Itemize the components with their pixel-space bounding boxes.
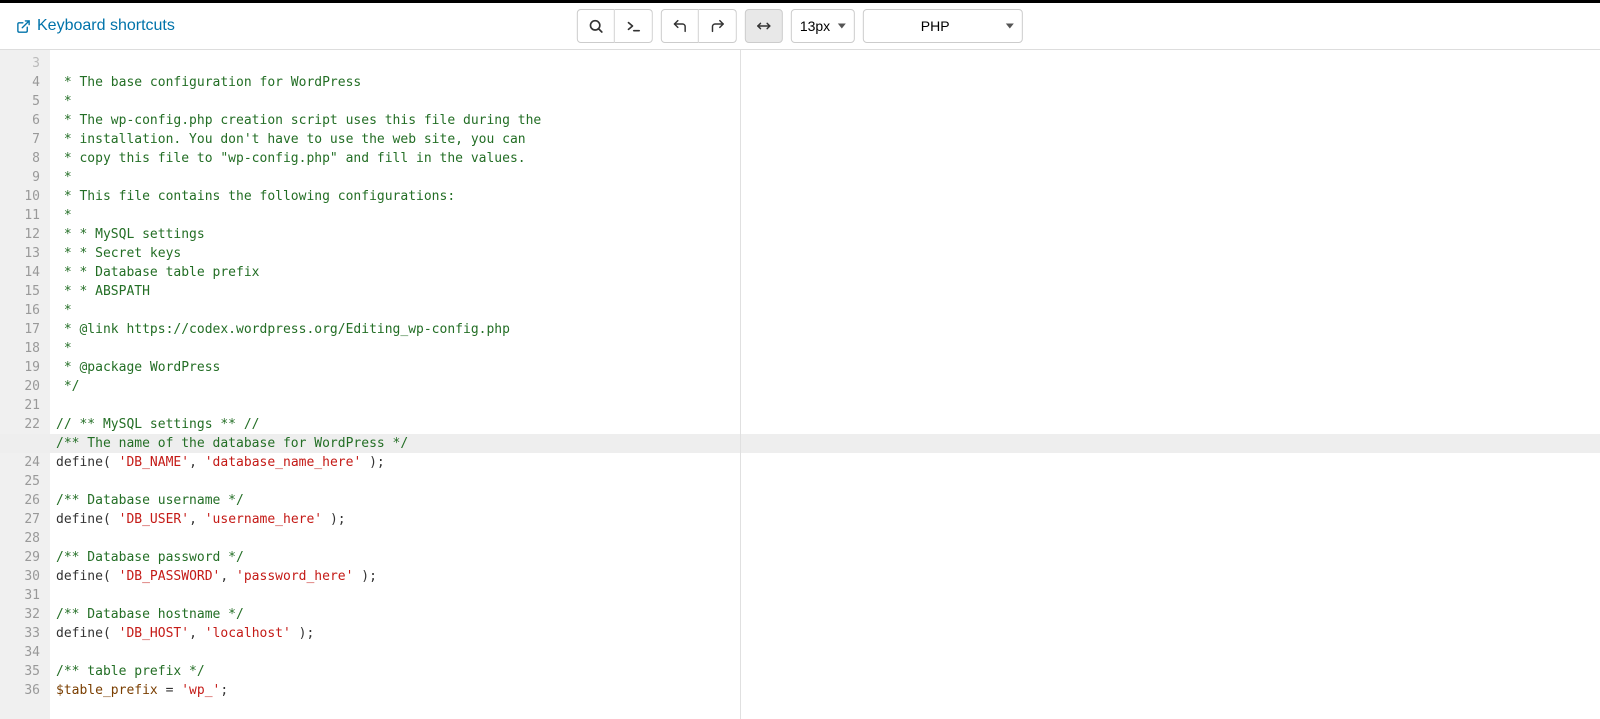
redo-button[interactable] xyxy=(699,9,737,43)
font-size-value: 13px xyxy=(800,18,830,34)
code-line[interactable]: /** The name of the database for WordPre… xyxy=(56,434,1600,453)
line-number: 24 xyxy=(0,453,40,472)
line-number: 18 xyxy=(0,339,40,358)
line-number: 3 xyxy=(0,54,40,73)
code-line[interactable]: define( 'DB_HOST', 'localhost' ); xyxy=(56,624,1600,643)
code-line[interactable]: /** table prefix */ xyxy=(56,662,1600,681)
line-number: 22 xyxy=(0,415,40,434)
line-number: 25 xyxy=(0,472,40,491)
code-line[interactable]: /** Database password */ xyxy=(56,548,1600,567)
keyboard-shortcuts-link[interactable]: Keyboard shortcuts xyxy=(16,17,175,35)
code-line[interactable]: * xyxy=(56,339,1600,358)
code-line[interactable]: define( 'DB_USER', 'username_here' ); xyxy=(56,510,1600,529)
code-line[interactable]: /** Database hostname */ xyxy=(56,605,1600,624)
code-line[interactable]: * * Secret keys xyxy=(56,244,1600,263)
code-line[interactable]: * xyxy=(56,206,1600,225)
line-number: 29 xyxy=(0,548,40,567)
line-number: 4 xyxy=(0,73,40,92)
code-line[interactable] xyxy=(56,529,1600,548)
toolbar: Keyboard shortcuts 13px PHP xyxy=(0,0,1600,50)
code-line[interactable]: */ xyxy=(56,377,1600,396)
redo-icon xyxy=(709,18,725,34)
code-line[interactable]: define( 'DB_PASSWORD', 'password_here' )… xyxy=(56,567,1600,586)
line-number: 17 xyxy=(0,320,40,339)
line-number: 13 xyxy=(0,244,40,263)
wrap-icon xyxy=(756,18,772,34)
line-number: 32 xyxy=(0,605,40,624)
external-link-icon xyxy=(16,19,31,34)
line-number: 16 xyxy=(0,301,40,320)
line-number: 6 xyxy=(0,111,40,130)
code-line[interactable]: * * MySQL settings xyxy=(56,225,1600,244)
code-line[interactable]: * * Database table prefix xyxy=(56,263,1600,282)
line-number: 15 xyxy=(0,282,40,301)
code-content[interactable]: * The base configuration for WordPress *… xyxy=(50,50,1600,719)
language-value: PHP xyxy=(921,18,950,34)
line-number: 7 xyxy=(0,130,40,149)
line-number: 20 xyxy=(0,377,40,396)
undo-button[interactable] xyxy=(661,9,699,43)
language-select[interactable]: PHP xyxy=(863,9,1023,43)
code-line[interactable]: * copy this file to "wp-config.php" and … xyxy=(56,149,1600,168)
code-line[interactable]: * xyxy=(56,301,1600,320)
toolbar-center: 13px PHP xyxy=(577,9,1023,43)
line-number: 10 xyxy=(0,187,40,206)
line-number: 35 xyxy=(0,662,40,681)
font-size-select[interactable]: 13px xyxy=(791,9,855,43)
search-icon xyxy=(588,18,604,34)
undo-icon xyxy=(672,18,688,34)
line-number: 9 xyxy=(0,168,40,187)
code-line[interactable]: define( 'DB_NAME', 'database_name_here' … xyxy=(56,453,1600,472)
code-line[interactable] xyxy=(56,54,1600,73)
code-line[interactable]: * xyxy=(56,168,1600,187)
code-line[interactable]: * installation. You don't have to use th… xyxy=(56,130,1600,149)
line-number: 30 xyxy=(0,567,40,586)
line-number: 19 xyxy=(0,358,40,377)
line-number: 36 xyxy=(0,681,40,700)
line-number: 26 xyxy=(0,491,40,510)
code-line[interactable]: * The base configuration for WordPress xyxy=(56,73,1600,92)
code-line[interactable] xyxy=(56,396,1600,415)
code-line[interactable]: * @link https://codex.wordpress.org/Edit… xyxy=(56,320,1600,339)
line-number: 31 xyxy=(0,586,40,605)
line-number: 34 xyxy=(0,643,40,662)
code-editor[interactable]: 3456789101112131415161718192021222324252… xyxy=(0,50,1600,719)
line-number: 11 xyxy=(0,206,40,225)
code-line[interactable] xyxy=(56,472,1600,491)
line-number: 12 xyxy=(0,225,40,244)
wrap-toggle-button[interactable] xyxy=(745,9,783,43)
print-margin xyxy=(740,50,741,719)
code-line[interactable] xyxy=(56,643,1600,662)
line-number: 5 xyxy=(0,92,40,111)
code-line[interactable]: * * ABSPATH xyxy=(56,282,1600,301)
line-number: 8 xyxy=(0,149,40,168)
line-number-gutter: 3456789101112131415161718192021222324252… xyxy=(0,50,50,719)
code-line[interactable]: /** Database username */ xyxy=(56,491,1600,510)
keyboard-shortcuts-label: Keyboard shortcuts xyxy=(37,17,175,35)
line-number: 33 xyxy=(0,624,40,643)
line-number: 28 xyxy=(0,529,40,548)
line-number: 14 xyxy=(0,263,40,282)
code-line[interactable]: $table_prefix = 'wp_'; xyxy=(56,681,1600,700)
search-button[interactable] xyxy=(577,9,615,43)
line-number: 27 xyxy=(0,510,40,529)
code-line[interactable]: * This file contains the following confi… xyxy=(56,187,1600,206)
search-terminal-group xyxy=(577,9,653,43)
code-line[interactable]: * xyxy=(56,92,1600,111)
line-number: 21 xyxy=(0,396,40,415)
code-line[interactable]: * The wp-config.php creation script uses… xyxy=(56,111,1600,130)
terminal-button[interactable] xyxy=(615,9,653,43)
code-line[interactable]: // ** MySQL settings ** // xyxy=(56,415,1600,434)
terminal-icon xyxy=(625,18,641,34)
code-line[interactable]: * @package WordPress xyxy=(56,358,1600,377)
undo-redo-group xyxy=(661,9,737,43)
code-line[interactable] xyxy=(56,586,1600,605)
